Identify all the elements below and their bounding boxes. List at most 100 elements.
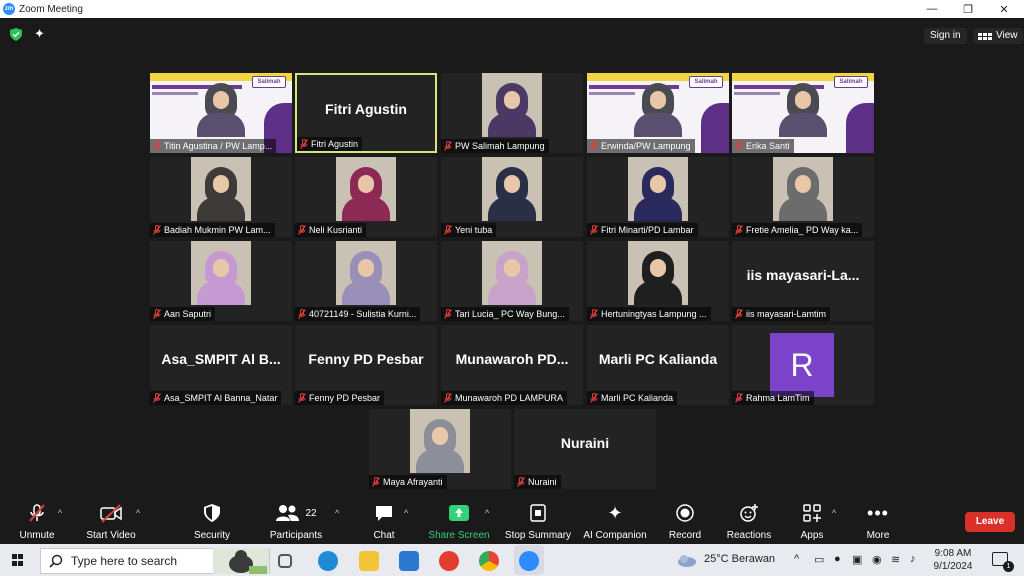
chat-button[interactable]: Chat <box>344 502 424 541</box>
windows-start-icon[interactable] <box>12 554 24 566</box>
participant-tile[interactable]: Badiah Mukmin PW Lam... <box>150 157 292 237</box>
participant-tile[interactable]: Fitri Agustin Fitri Agustin <box>295 73 437 153</box>
weather-text[interactable]: 25°C Berawan <box>704 553 775 565</box>
muted-mic-icon <box>444 393 452 403</box>
participant-name: Fretie Amelia_ PD Way ka... <box>746 225 859 235</box>
participant-tile[interactable]: Marli PC Kalianda Marli PC Kalianda <box>587 325 729 405</box>
muted-mic-icon <box>300 139 308 149</box>
participant-tile[interactable]: Fretie Amelia_ PD Way ka... <box>732 157 874 237</box>
ai-companion-button[interactable]: ✦ AI Companion <box>575 502 655 542</box>
participant-display-name: Asa_SMPIT Al B... <box>161 351 281 367</box>
participant-avatar: R <box>770 333 834 397</box>
ai-sparkle-icon[interactable]: ✦ <box>34 26 45 42</box>
apps-options-caret[interactable]: ^ <box>832 508 836 518</box>
participant-display-name: Nuraini <box>560 435 610 451</box>
participant-tile[interactable]: iis mayasari-La... iis mayasari-Lamtim <box>732 241 874 321</box>
participants-icon <box>276 505 300 521</box>
participant-tile[interactable]: PW Salimah Lampung <box>441 73 583 153</box>
muted-mic-icon <box>735 225 743 235</box>
more-button[interactable]: ••• More <box>838 502 918 542</box>
participant-tile[interactable]: 40721149 - Sulistia Kurni... <box>295 241 437 321</box>
chat-options-caret[interactable]: ^ <box>404 508 408 518</box>
participant-tile[interactable]: Fenny PD Pesbar Fenny PD Pesbar <box>295 325 437 405</box>
wps-office-icon[interactable] <box>439 551 459 571</box>
microphone-tray-icon[interactable]: ● <box>834 553 841 565</box>
participant-tile[interactable]: Maya Afrayanti <box>369 409 511 489</box>
restore-button[interactable]: ❐ <box>950 0 986 18</box>
stop-summary-button[interactable]: Stop Summary <box>498 502 578 541</box>
participant-video <box>773 73 833 137</box>
sign-in-button[interactable]: Sign in <box>924 28 967 44</box>
participant-name: Nuraini <box>528 477 557 487</box>
muted-mic-icon <box>590 225 598 235</box>
muted-mic-icon <box>590 141 598 151</box>
notification-icon[interactable]: 1 <box>992 552 1014 572</box>
search-placeholder: Type here to search <box>71 554 178 568</box>
taskbar-clock[interactable]: 9:08 AM 9/1/2024 <box>924 547 982 573</box>
windows-taskbar: Type here to search 25°C Berawan ^ ▭ ● ▣… <box>0 544 1024 576</box>
participants-options-caret[interactable]: ^ <box>335 508 339 518</box>
battery-icon[interactable]: ▭ <box>814 553 824 566</box>
chat-label: Chat <box>373 530 395 541</box>
chrome-icon[interactable] <box>479 551 499 571</box>
audio-options-caret[interactable]: ^ <box>58 508 62 518</box>
muted-mic-icon <box>735 141 743 151</box>
participant-tile[interactable]: Fitri Minarti/PD Lambar <box>587 157 729 237</box>
participant-tile[interactable]: Yeni tuba <box>441 157 583 237</box>
participant-tile[interactable]: Salimah Erika Santi <box>732 73 874 153</box>
view-button[interactable]: View <box>973 28 1023 44</box>
tray-chevron-icon[interactable]: ^ <box>794 553 799 565</box>
security-label: Security <box>193 530 231 541</box>
gorilla-search-highlight-icon <box>213 548 269 574</box>
participant-tile[interactable]: Salimah Erwinda/PW Lampung <box>587 73 729 153</box>
participant-tile[interactable]: Asa_SMPIT Al B... Asa_SMPIT Al Banna_Nata… <box>150 325 292 405</box>
encryption-shield-icon[interactable] <box>10 28 22 41</box>
participant-video <box>336 241 396 305</box>
close-button[interactable]: ✕ <box>986 0 1022 18</box>
participant-name: Rahma LamTim <box>746 393 810 403</box>
participant-tile[interactable]: R Rahma LamTim <box>732 325 874 405</box>
minimize-button[interactable]: — <box>914 0 950 18</box>
wifi-icon[interactable]: ≋ <box>891 553 900 566</box>
zoom-taskbar-icon[interactable] <box>519 551 539 571</box>
record-icon <box>676 504 694 522</box>
stop-summary-label: Stop Summary <box>504 530 572 541</box>
share-options-caret[interactable]: ^ <box>485 508 489 518</box>
salimah-logo: Salimah <box>834 76 868 88</box>
participant-tile[interactable]: Nuraini Nuraini <box>514 409 656 489</box>
participant-tile[interactable]: Tari Lucia_ PC Way Bung... <box>441 241 583 321</box>
participant-name: PW Salimah Lampung <box>455 141 545 151</box>
security-button[interactable]: Security <box>172 502 252 541</box>
video-options-caret[interactable]: ^ <box>136 508 140 518</box>
task-view-icon[interactable] <box>278 554 292 568</box>
muted-mic-icon <box>590 309 598 319</box>
participant-tile[interactable]: Hertuningtyas Lampung ... <box>587 241 729 321</box>
participant-name-label: Fitri Minarti/PD Lambar <box>587 223 698 237</box>
participant-display-name: iis mayasari-La... <box>746 267 860 283</box>
salimah-logo: Salimah <box>689 76 723 88</box>
participant-name-label: Erika Santi <box>732 139 794 153</box>
muted-mic-icon <box>590 393 598 403</box>
volume-icon[interactable]: ♪ <box>910 553 916 565</box>
muted-mic-icon <box>372 477 380 487</box>
edge-browser-icon[interactable] <box>318 551 338 571</box>
zoom-tray-icon[interactable]: ◉ <box>872 553 882 566</box>
participant-name-label: Fitri Agustin <box>297 137 363 151</box>
participant-name-label: Hertuningtyas Lampung ... <box>587 307 711 321</box>
participant-tile[interactable]: Neli Kusrianti <box>295 157 437 237</box>
meet-now-icon[interactable]: ▣ <box>852 553 862 566</box>
participant-tile[interactable]: Aan Saputri <box>150 241 292 321</box>
participant-name-label: Fretie Amelia_ PD Way ka... <box>732 223 863 237</box>
clock-date: 9/1/2024 <box>933 561 973 572</box>
participant-tile[interactable]: Munawaroh PD... Munawaroh PD LAMPURA <box>441 325 583 405</box>
leave-button[interactable]: Leave <box>965 512 1015 532</box>
unmute-button[interactable]: Unmute <box>0 502 77 541</box>
mail-icon[interactable] <box>399 551 419 571</box>
view-label: View <box>996 30 1018 41</box>
file-explorer-icon[interactable] <box>359 551 379 571</box>
participant-name: Erwinda/PW Lampung <box>601 141 691 151</box>
participants-button[interactable]: 22 Participants <box>256 502 336 541</box>
participant-tile[interactable]: Salimah Titin Agustina / PW Lamp... <box>150 73 292 153</box>
taskbar-search-box[interactable]: Type here to search <box>40 548 270 574</box>
weather-cloud-icon <box>678 555 696 567</box>
